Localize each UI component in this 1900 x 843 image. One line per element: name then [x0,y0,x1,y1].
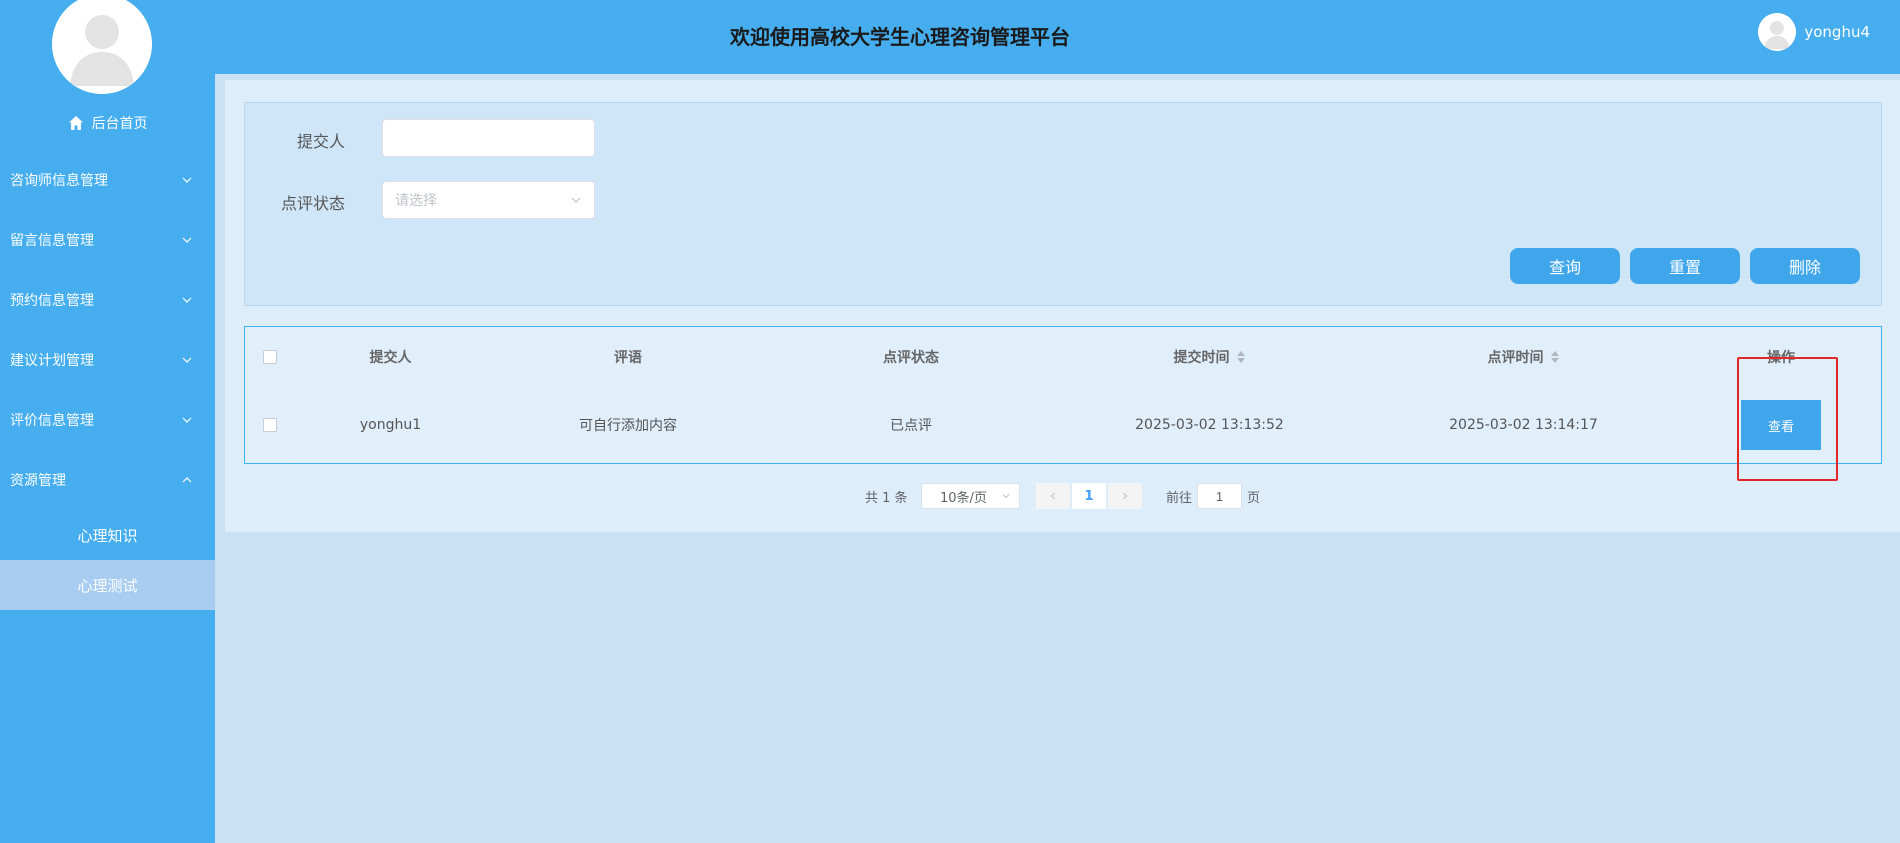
column-header: 评语 [487,327,770,386]
user-avatar-icon [1758,13,1797,51]
row-checkbox[interactable] [262,418,277,432]
column-header-label: 点评时间 [1487,349,1544,366]
sidebar-item-label: 建议计划管理 [10,353,94,369]
avatar [1758,13,1797,51]
sidebar-item-counselor[interactable]: 咨询师信息管理 [0,150,215,210]
sidebar-item-label: 留言信息管理 [10,233,94,249]
sidebar-item-plans[interactable]: 建议计划管理 [0,330,215,390]
page-size-value: 10条/页 [940,490,987,506]
cell-review-time: 2025-03-02 13:14:17 [1367,387,1681,463]
cell-submit-time: 2025-03-02 13:13:52 [1053,387,1367,463]
user-avatar-icon [52,0,152,94]
cell-status: 已点评 [770,387,1053,463]
cell-submitter: yonghu1 [295,387,487,463]
prev-page-button[interactable] [1036,483,1070,509]
row-select-cell [245,387,295,463]
query-button[interactable]: 查询 [1510,248,1620,284]
chevron-down-icon [1002,494,1010,499]
table-row: yonghu1 可自行添加内容 已点评 2025-03-02 13:13:52 … [245,387,1881,463]
sidebar-subitem-label: 心理测试 [77,576,138,595]
next-page-button[interactable] [1108,483,1142,509]
chevron-down-icon [182,297,192,303]
sidebar: 后台首页 咨询师信息管理 留言信息管理 预约信息管理 建议计划管理 评价信息管理… [0,0,215,843]
chevron-down-icon [182,417,192,423]
page-size-select[interactable]: 10条/页 [921,483,1020,509]
sidebar-subitem-label: 心理知识 [77,526,138,545]
highlight-annotation [1737,357,1838,481]
chevron-down-icon [182,177,192,183]
status-select-placeholder: 请选择 [395,193,437,209]
goto-label: 前往 [1166,491,1193,506]
user-menu[interactable]: yonghu4 [1758,12,1870,52]
chevron-down-icon [182,357,192,363]
delete-button[interactable]: 删除 [1750,248,1860,284]
column-header-sortable[interactable]: 点评时间 [1367,327,1681,386]
chevron-down-icon [182,237,192,243]
table-header: 提交人 评语 点评状态 提交时间 点评时间 操作 [245,327,1881,387]
home-icon [68,116,83,130]
chevron-left-icon [1050,492,1055,500]
status-select[interactable]: 请选择 [382,181,595,219]
page-title: 欢迎使用高校大学生心理咨询管理平台 [730,24,1070,49]
sidebar-menu: 咨询师信息管理 留言信息管理 预约信息管理 建议计划管理 评价信息管理 资源管理… [0,150,215,610]
status-label: 点评状态 [280,194,345,213]
chevron-down-icon [571,197,581,203]
chevron-right-icon [1123,492,1128,500]
cell-comment: 可自行添加内容 [487,387,770,463]
sidebar-item-label: 评价信息管理 [10,413,94,429]
sidebar-avatar [52,0,152,94]
column-header: 点评状态 [770,327,1053,386]
username: yonghu4 [1804,23,1870,41]
goto-page-input[interactable] [1197,483,1242,509]
select-all-cell [245,327,295,386]
top-bar: 欢迎使用高校大学生心理咨询管理平台 yonghu4 [215,0,1900,74]
column-header-label: 提交时间 [1173,349,1230,366]
sidebar-item-messages[interactable]: 留言信息管理 [0,210,215,270]
goto-unit: 页 [1247,491,1261,506]
search-panel: 提交人 点评状态 请选择 查询 重置 删除 [244,102,1882,306]
pagination: 共 1 条 10条/页 1 前往 页 [0,483,1900,509]
column-header: 提交人 [295,327,487,386]
pagination-total: 共 1 条 [865,491,908,506]
sort-icon[interactable] [1236,350,1246,364]
sort-icon[interactable] [1550,350,1560,364]
sidebar-item-label: 预约信息管理 [10,293,94,309]
reset-button[interactable]: 重置 [1630,248,1740,284]
sidebar-subitem-test[interactable]: 心理测试 [0,560,215,610]
sidebar-item-reviews[interactable]: 评价信息管理 [0,390,215,450]
page-number-button[interactable]: 1 [1072,483,1106,509]
sidebar-item-label: 咨询师信息管理 [10,173,108,189]
sidebar-item-appointments[interactable]: 预约信息管理 [0,270,215,330]
home-link[interactable]: 后台首页 [0,110,215,136]
home-link-label: 后台首页 [91,116,148,132]
sidebar-subitem-knowledge[interactable]: 心理知识 [0,510,215,560]
select-all-checkbox[interactable] [262,349,277,364]
submitter-input[interactable] [382,119,595,157]
data-table: 提交人 评语 点评状态 提交时间 点评时间 操作 yonghu1 可自行添加内容… [244,326,1882,464]
submitter-label: 提交人 [296,132,345,151]
column-header-sortable[interactable]: 提交时间 [1053,327,1367,386]
